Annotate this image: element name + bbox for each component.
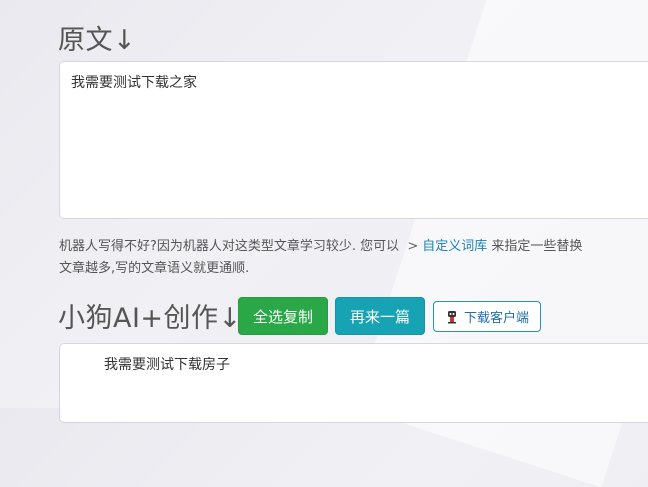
original-section-title: 原文↓ [58, 25, 137, 56]
robot-icon [447, 310, 456, 323]
chevron-right-icon: > [407, 239, 419, 254]
original-text-input[interactable]: 我需要测试下载之家 [59, 61, 648, 219]
custom-dictionary-link[interactable]: 自定义词库 [422, 239, 487, 254]
hint-line2: 文章越多,写的文章语义就更通顺. [59, 261, 250, 276]
hint-text: 机器人写得不好?因为机器人对这类型文章学习较少. 您可以 > 自定义词库 来指定一… [59, 236, 582, 280]
hint-prefix: 机器人写得不好?因为机器人对这类型文章学习较少. 您可以 [59, 239, 400, 254]
ai-section-title: 小狗AI+创作↓ [58, 303, 242, 334]
regenerate-button[interactable]: 再来一篇 [335, 297, 425, 335]
download-client-button[interactable]: 下载客户端 [433, 301, 541, 332]
hint-suffix: 来指定一些替换 [491, 239, 583, 254]
ai-output-box[interactable]: 我需要测试下载房子 [59, 343, 648, 423]
select-all-copy-button[interactable]: 全选复制 [238, 297, 328, 335]
download-client-label: 下载客户端 [463, 311, 529, 326]
ai-output-text: 我需要测试下载房子 [104, 357, 230, 373]
